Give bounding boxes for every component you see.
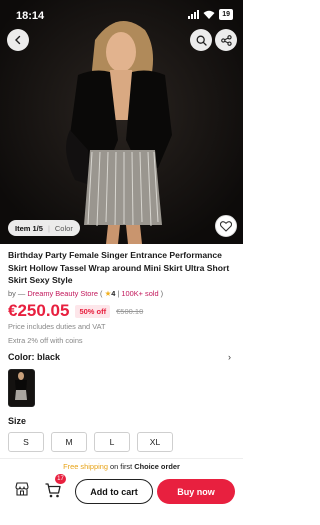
- share-button[interactable]: [215, 29, 237, 51]
- back-button[interactable]: [7, 29, 29, 51]
- size-option-l[interactable]: L: [94, 432, 130, 452]
- favorite-button[interactable]: [215, 215, 237, 237]
- size-option-xl[interactable]: XL: [137, 432, 173, 452]
- vat-note: Price includes duties and VAT: [8, 322, 106, 331]
- rating-close: ): [158, 289, 164, 298]
- size-label: Size: [8, 416, 27, 426]
- status-bar: 18:14 19: [0, 0, 243, 28]
- product-image-gallery[interactable]: 18:14 19 Item 1/5 | Color: [0, 0, 243, 244]
- original-price: €500.10: [116, 306, 144, 316]
- product-page: 18:14 19 Item 1/5 | Color Birthday Party…: [0, 0, 243, 525]
- store-line: by — Dreamy Beauty Store ( ★4 | 100K+ so…: [8, 289, 163, 298]
- cart-count-badge: 17: [55, 474, 66, 484]
- free-shipping-text: Free shipping: [63, 462, 108, 471]
- search-button[interactable]: [190, 29, 212, 51]
- heart-icon: [220, 220, 232, 232]
- color-swatch-black[interactable]: [8, 369, 35, 407]
- discount-badge: 50% off: [75, 304, 111, 318]
- buy-now-button[interactable]: Buy now: [157, 479, 235, 504]
- shipping-rest-text: on first: [107, 462, 135, 471]
- gallery-index: Item 1/5: [15, 223, 43, 233]
- product-title: Birthday Party Female Singer Entrance Pe…: [8, 250, 230, 286]
- gallery-separator: |: [47, 223, 50, 233]
- store-separator: —: [17, 289, 28, 298]
- rating-value: 4: [111, 289, 116, 298]
- status-icons: 19: [188, 9, 233, 20]
- status-time: 18:14: [16, 10, 45, 22]
- coins-note: Extra 2% off with coins: [8, 336, 83, 345]
- wifi-icon: [203, 10, 215, 19]
- swatch-thumbnail: [9, 370, 33, 405]
- search-icon: [196, 35, 207, 46]
- sold-count: 100K+ sold: [121, 289, 159, 298]
- signal-icon: [188, 10, 200, 19]
- gallery-color-tab[interactable]: Color: [55, 224, 73, 233]
- price-row: €250.05 50% off €500.10: [8, 301, 143, 321]
- size-option-m[interactable]: M: [51, 432, 87, 452]
- choice-order-text: Choice order: [134, 462, 180, 471]
- store-prefix: by: [8, 289, 16, 298]
- chevron-right-icon[interactable]: ›: [228, 352, 231, 362]
- chevron-left-icon: [15, 35, 21, 45]
- battery-icon: 19: [219, 9, 233, 20]
- size-options: S M L XL: [8, 432, 173, 452]
- store-icon[interactable]: [14, 481, 30, 497]
- store-link[interactable]: Dreamy Beauty Store: [27, 289, 98, 298]
- share-icon: [220, 34, 232, 46]
- add-to-cart-button[interactable]: Add to cart: [75, 479, 153, 504]
- current-price: €250.05: [8, 301, 70, 320]
- shipping-note: Free shipping on first Choice order: [0, 462, 243, 471]
- color-label: Color: black: [8, 352, 61, 362]
- size-option-s[interactable]: S: [8, 432, 44, 452]
- gallery-indicator[interactable]: Item 1/5 | Color: [8, 220, 80, 236]
